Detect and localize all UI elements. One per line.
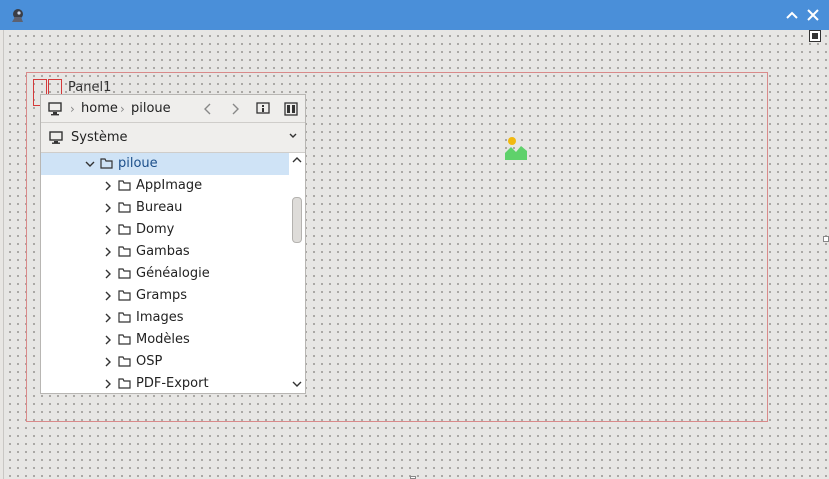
- folder-icon: [118, 246, 131, 257]
- folder-icon: [118, 224, 131, 235]
- vertical-scrollbar[interactable]: [289, 153, 305, 393]
- chevron-right-icon[interactable]: [103, 181, 113, 191]
- chevron-right-icon[interactable]: [103, 247, 113, 257]
- tree-item[interactable]: Bureau: [41, 197, 289, 219]
- tree-item[interactable]: Gambas: [41, 241, 289, 263]
- folder-icon: [118, 312, 131, 323]
- device-selector[interactable]: Système: [41, 123, 305, 153]
- tree-item[interactable]: OSP: [41, 351, 289, 373]
- chevron-down-icon[interactable]: [85, 159, 95, 169]
- tree-item-label: Modèles: [136, 332, 190, 347]
- back-icon[interactable]: [200, 101, 216, 117]
- chevron-right-icon[interactable]: [103, 379, 113, 389]
- gambas-icon: [9, 7, 26, 24]
- tree-item[interactable]: Domy: [41, 219, 289, 241]
- panel1-label: Panel1: [68, 80, 112, 95]
- tree-item-label: piloue: [118, 156, 158, 171]
- chevron-right-icon[interactable]: [103, 269, 113, 279]
- tree-item[interactable]: AppImage: [41, 175, 289, 197]
- tree-item-label: Généalogie: [136, 266, 210, 281]
- tree-item-label: Gramps: [136, 288, 188, 303]
- breadcrumb: › home › piloue: [41, 95, 305, 123]
- tree-item[interactable]: Modèles: [41, 329, 289, 351]
- device-label: Système: [71, 130, 128, 145]
- breadcrumb-piloue[interactable]: piloue: [131, 101, 171, 116]
- tree-item-current[interactable]: piloue: [41, 153, 289, 175]
- tree-item-label: PDF-Export: [136, 376, 209, 391]
- maximize-button[interactable]: [784, 7, 800, 23]
- close-button[interactable]: [805, 7, 821, 23]
- chevron-up-icon: [786, 11, 798, 19]
- file-browser[interactable]: › home › piloue Système piloue AppImage …: [40, 94, 306, 394]
- close-icon: [807, 9, 819, 21]
- computer-icon: [49, 131, 63, 144]
- form-corner-toggle[interactable]: [809, 30, 821, 42]
- info-icon[interactable]: [255, 101, 271, 117]
- chevron-right-icon[interactable]: [103, 335, 113, 345]
- chevron-right-icon[interactable]: [103, 291, 113, 301]
- image-icon: [505, 137, 527, 160]
- folder-icon: [118, 334, 131, 345]
- folder-icon: [118, 378, 131, 389]
- folder-icon: [118, 268, 131, 279]
- chevron-right-icon[interactable]: [103, 357, 113, 367]
- folder-icon: [118, 356, 131, 367]
- tree-item-label: Bureau: [136, 200, 183, 215]
- chevron-right-icon[interactable]: [103, 313, 113, 323]
- folder-icon: [118, 290, 131, 301]
- tree-item[interactable]: Images: [41, 307, 289, 329]
- breadcrumb-separator: ›: [120, 102, 125, 116]
- folder-icon: [118, 202, 131, 213]
- tree-item[interactable]: Généalogie: [41, 263, 289, 285]
- folder-icon: [118, 180, 131, 191]
- folder-tree[interactable]: piloue AppImage Bureau Domy Gambas Généalogi…: [41, 153, 289, 393]
- tree-item-label: OSP: [136, 354, 163, 369]
- scrollbar-thumb[interactable]: [292, 197, 302, 243]
- window-titlebar: [0, 0, 829, 30]
- tree-item-label: AppImage: [136, 178, 203, 193]
- chevron-down-icon[interactable]: [288, 131, 298, 141]
- breadcrumb-separator: ›: [70, 102, 75, 116]
- chevron-up-icon[interactable]: [292, 155, 302, 165]
- forward-icon[interactable]: [227, 101, 243, 117]
- chevron-right-icon[interactable]: [103, 225, 113, 235]
- tree-item[interactable]: PDF-Export: [41, 373, 289, 393]
- tree-item-label: Gambas: [136, 244, 190, 259]
- view-columns-icon[interactable]: [283, 101, 299, 117]
- image-control[interactable]: [503, 136, 529, 166]
- chevron-down-icon[interactable]: [292, 379, 302, 389]
- breadcrumb-home[interactable]: home: [81, 101, 118, 116]
- tree-item-label: Domy: [136, 222, 175, 237]
- form-resize-handle-right[interactable]: [823, 236, 829, 242]
- tree-item[interactable]: Gramps: [41, 285, 289, 307]
- chevron-right-icon[interactable]: [103, 203, 113, 213]
- folder-icon: [100, 158, 113, 169]
- computer-icon[interactable]: [47, 101, 63, 117]
- tree-item-label: Images: [136, 310, 184, 325]
